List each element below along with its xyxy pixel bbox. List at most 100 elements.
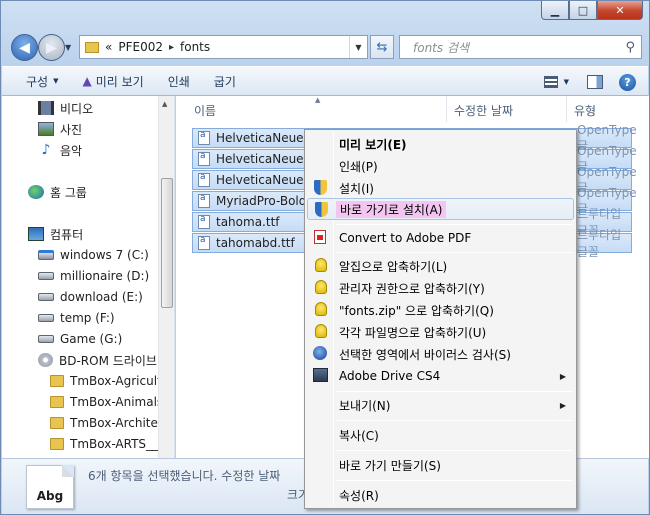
search-input[interactable]: fonts 검색 ⚲ bbox=[399, 35, 642, 59]
nav-item-folder[interactable]: TmBox-ARTS__ bbox=[50, 434, 158, 454]
view-controls: ▼ ? bbox=[543, 67, 648, 97]
nav-label: windows 7 (C:) bbox=[60, 248, 149, 262]
music-icon: ♪ bbox=[41, 142, 51, 158]
menu-separator bbox=[337, 252, 573, 253]
drive-icon bbox=[38, 272, 54, 280]
menu-item-install[interactable]: 설치(I) bbox=[307, 177, 574, 199]
menu-item-alzip[interactable]: 알집으로 압축하기(L) bbox=[307, 255, 574, 277]
menu-item-properties[interactable]: 속성(R) bbox=[307, 484, 574, 506]
file-name: MyriadPro-BoldS bbox=[216, 194, 314, 208]
scroll-up-icon[interactable]: ▲ bbox=[162, 100, 167, 108]
preview-button[interactable]: ▲ 미리 보기 bbox=[82, 73, 143, 90]
file-name: tahomabd.ttf bbox=[216, 236, 295, 250]
breadcrumb-separator[interactable]: ▸ bbox=[169, 42, 174, 53]
nav-item-homegroup[interactable]: 홈 그룹 bbox=[28, 182, 87, 202]
menu-label: "fonts.zip" 으로 압축하기(Q) bbox=[339, 303, 494, 318]
view-dropdown-icon[interactable]: ▼ bbox=[564, 78, 569, 86]
drive-icon bbox=[38, 335, 54, 343]
context-menu: 미리 보기(E) 인쇄(P) 설치(I) 바로 가기로 설치(A) Conver… bbox=[304, 129, 577, 509]
nav-label: 홈 그룹 bbox=[50, 185, 87, 200]
breadcrumb-pfe002[interactable]: PFE002 bbox=[118, 40, 163, 54]
font-file-icon bbox=[198, 130, 210, 145]
breadcrumb-fonts[interactable]: fonts bbox=[180, 40, 210, 54]
refresh-button[interactable]: ⇆ bbox=[370, 35, 394, 59]
nav-label: BD-ROM 드라이브 bbox=[59, 353, 157, 368]
arrow-left-icon: ◀ bbox=[19, 39, 30, 56]
print-button[interactable]: 인쇄 bbox=[168, 73, 190, 90]
thumbnail-text: Abg bbox=[36, 489, 64, 503]
address-dropdown-icon[interactable]: ▼ bbox=[349, 36, 367, 58]
column-divider[interactable] bbox=[566, 96, 567, 122]
nav-item-folder[interactable]: TmBox-Architec bbox=[50, 413, 165, 433]
organize-button[interactable]: 구성 ▼ bbox=[26, 73, 58, 90]
menu-item-zip-fonts[interactable]: "fonts.zip" 으로 압축하기(Q) bbox=[307, 299, 574, 321]
maximize-button[interactable]: □ bbox=[569, 1, 597, 20]
column-type[interactable]: 유형 bbox=[574, 102, 596, 119]
menu-label: 복사(C) bbox=[339, 428, 379, 443]
help-icon[interactable]: ? bbox=[619, 73, 636, 91]
menu-item-print[interactable]: 인쇄(P) bbox=[307, 155, 574, 177]
menu-item-send-to[interactable]: 보내기(N) ▶ bbox=[307, 394, 574, 416]
nav-label: TmBox-Agricultu bbox=[70, 374, 170, 388]
menu-label: 알집으로 압축하기(L) bbox=[339, 259, 448, 274]
menu-item-create-shortcut[interactable]: 바로 가기 만들기(S) bbox=[307, 454, 574, 476]
nav-item-drive-e[interactable]: download (E:) bbox=[38, 287, 143, 307]
nav-item-bdrom[interactable]: BD-ROM 드라이브 bbox=[38, 350, 157, 370]
forward-button[interactable]: ▶ bbox=[38, 34, 65, 61]
pdf-icon bbox=[314, 230, 326, 244]
minimize-button[interactable]: ▁ bbox=[541, 1, 569, 20]
menu-item-virus-scan[interactable]: 선택한 영역에서 바이러스 검사(S) bbox=[307, 343, 574, 365]
nav-item-drive-d[interactable]: millionaire (D:) bbox=[38, 266, 149, 286]
close-button[interactable]: ✕ bbox=[597, 1, 643, 20]
nav-item-video[interactable]: 비디오 bbox=[38, 98, 93, 118]
nav-vertical-scrollbar[interactable]: ▲ bbox=[158, 96, 174, 458]
column-name[interactable]: 이름 bbox=[194, 102, 216, 119]
nav-item-drive-c[interactable]: windows 7 (C:) bbox=[38, 245, 149, 265]
menu-separator bbox=[337, 420, 573, 421]
uac-shield-icon bbox=[314, 180, 327, 195]
nav-item-folder[interactable]: TmBox-Agricultu bbox=[50, 371, 169, 391]
menu-label: 인쇄(P) bbox=[339, 159, 378, 174]
font-file-icon bbox=[198, 235, 210, 250]
uac-shield-icon bbox=[315, 202, 328, 217]
column-divider[interactable] bbox=[446, 96, 447, 122]
breadcrumb-history[interactable]: « bbox=[105, 40, 112, 54]
nav-item-drive-f[interactable]: temp (F:) bbox=[38, 308, 115, 328]
nav-item-computer[interactable]: 컴퓨터 bbox=[28, 224, 83, 244]
back-button[interactable]: ◀ bbox=[11, 34, 38, 61]
address-bar[interactable]: « PFE002 ▸ fonts ▼ bbox=[79, 35, 368, 59]
nav-item-photos[interactable]: 사진 bbox=[38, 119, 82, 139]
nav-item-music[interactable]: ♪ 음악 bbox=[38, 140, 83, 160]
menu-separator bbox=[337, 480, 573, 481]
nav-label: Game (G:) bbox=[60, 332, 123, 346]
burn-label: 굽기 bbox=[213, 74, 236, 89]
menu-item-convert-pdf[interactable]: Convert to Adobe PDF bbox=[307, 227, 574, 249]
menu-item-copy[interactable]: 복사(C) bbox=[307, 424, 574, 446]
menu-item-alzip-admin[interactable]: 관리자 권한으로 압축하기(Y) bbox=[307, 277, 574, 299]
selection-summary: 6개 항목을 선택했습니다. 수정한 날짜 bbox=[88, 469, 281, 483]
nav-label: 음악 bbox=[60, 143, 83, 158]
adobe-drive-icon bbox=[313, 368, 328, 382]
column-date[interactable]: 수정한 날짜 bbox=[454, 102, 513, 119]
alzip-icon bbox=[315, 302, 327, 316]
preview-pane-icon[interactable] bbox=[587, 75, 603, 89]
menu-item-adobe-drive[interactable]: Adobe Drive CS4 ▶ bbox=[307, 365, 574, 387]
menu-separator bbox=[337, 224, 573, 225]
menu-label: Convert to Adobe PDF bbox=[339, 231, 472, 245]
burn-button[interactable]: 굽기 bbox=[214, 73, 236, 90]
view-details-icon[interactable] bbox=[543, 76, 558, 88]
preview-label: 미리 보기 bbox=[95, 74, 144, 89]
menu-item-zip-each[interactable]: 각각 파일명으로 압축하기(U) bbox=[307, 321, 574, 343]
column-header: ▲ 이름 수정한 날짜 유형 bbox=[176, 96, 649, 122]
font-thumbnail: Abg bbox=[26, 465, 74, 509]
print-label: 인쇄 bbox=[167, 74, 190, 89]
nav-item-drive-g[interactable]: Game (G:) bbox=[38, 329, 122, 349]
menu-item-install-shortcut[interactable]: 바로 가기로 설치(A) bbox=[307, 198, 574, 220]
history-dropdown[interactable]: ▼ bbox=[65, 43, 71, 52]
nav-item-folder[interactable]: TmBox-Animals_ bbox=[50, 392, 169, 412]
scroll-thumb[interactable] bbox=[161, 178, 173, 308]
search-icon[interactable]: ⚲ bbox=[625, 40, 635, 55]
menu-item-preview[interactable]: 미리 보기(E) bbox=[307, 133, 574, 155]
video-icon bbox=[38, 101, 54, 115]
alzip-icon bbox=[315, 324, 327, 338]
